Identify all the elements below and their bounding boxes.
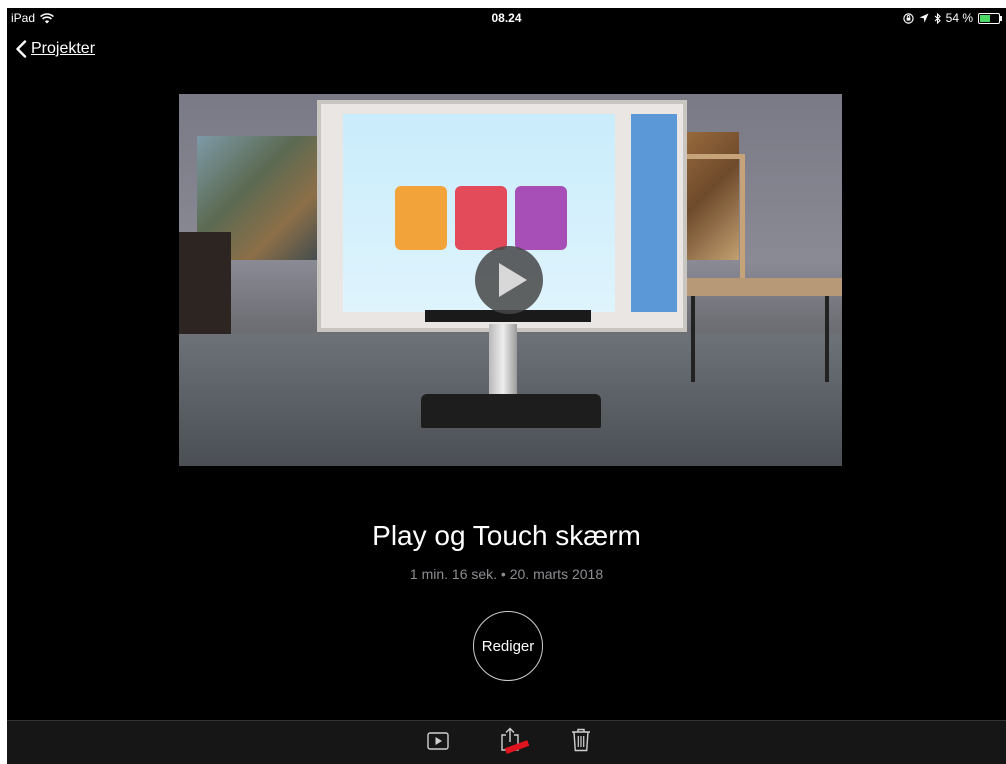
bottom-toolbar: [7, 720, 1006, 764]
play-icon: [427, 732, 449, 750]
orientation-lock-icon: [902, 12, 914, 24]
back-button[interactable]: Projekter: [15, 40, 95, 58]
play-video-button[interactable]: [475, 246, 543, 314]
project-meta: 1 min. 16 sek. • 20. marts 2018: [409, 566, 604, 582]
screen: iPad 08.24 54 % Projekter Play og Touch …: [7, 8, 1006, 764]
video-scene-chair: [679, 154, 745, 285]
video-scene-board-sidebar: [631, 114, 677, 312]
edit-button[interactable]: Rediger: [473, 611, 543, 681]
video-scene-table: [679, 278, 842, 296]
play-icon: [498, 263, 527, 297]
video-scene-table-leg: [825, 296, 829, 382]
video-scene-tile: [455, 186, 507, 250]
location-icon: [919, 13, 929, 23]
edit-button-label: Rediger: [481, 637, 535, 655]
video-scene-tile: [395, 186, 447, 250]
play-toolbar-button[interactable]: [427, 731, 449, 756]
battery-fill: [980, 14, 990, 22]
video-scene-stand-base: [421, 394, 601, 428]
delete-button[interactable]: [571, 728, 591, 757]
trash-icon: [572, 728, 590, 752]
video-scene-tile: [515, 186, 567, 250]
chevron-left-icon: [16, 40, 27, 58]
status-right: 54 %: [902, 11, 1002, 25]
video-thumbnail[interactable]: [179, 94, 842, 466]
status-bar: iPad 08.24 54 %: [7, 8, 1006, 28]
video-scene-table-leg: [691, 296, 695, 382]
project-title: Play og Touch skærm: [372, 520, 641, 551]
status-time: 08.24: [491, 11, 522, 25]
battery-icon: [978, 12, 1002, 24]
back-label: Projekter: [31, 40, 96, 57]
battery-percent: 54 %: [945, 11, 973, 25]
bluetooth-icon: [934, 12, 941, 24]
